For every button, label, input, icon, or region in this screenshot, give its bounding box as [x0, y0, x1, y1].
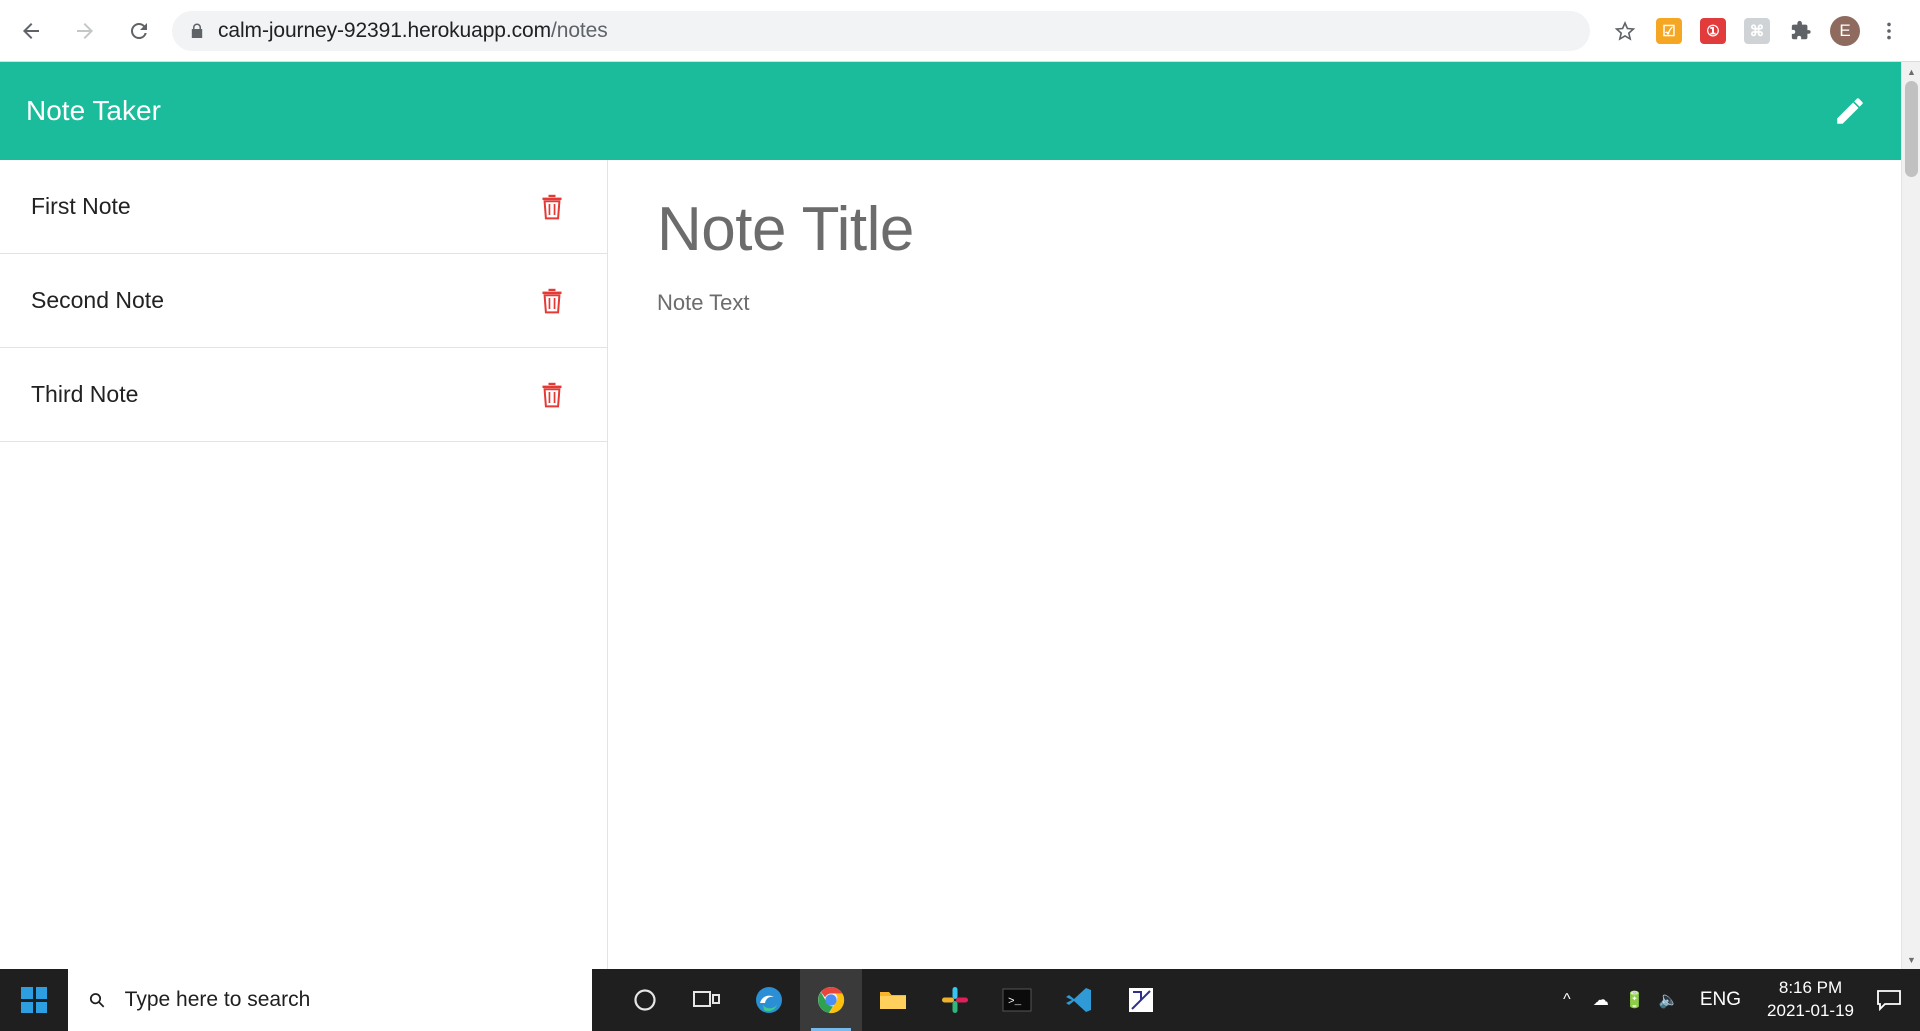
scrollbar-up-arrow[interactable]: ▲ — [1902, 62, 1920, 81]
scrollbar[interactable]: ▲ ▼ — [1901, 62, 1920, 969]
language-indicator[interactable]: ENG — [1686, 989, 1755, 1011]
list-item[interactable]: Second Note — [0, 254, 607, 348]
notifications-icon[interactable] — [1866, 969, 1912, 1031]
profile-initial: E — [1830, 16, 1860, 46]
url-text: calm-journey-92391.herokuapp.com/notes — [218, 19, 608, 43]
reload-icon[interactable] — [116, 8, 162, 54]
trash-icon[interactable] — [537, 284, 567, 318]
extension-orange-glyph: ☑ — [1662, 23, 1676, 40]
pencil-icon[interactable] — [1827, 88, 1873, 134]
scrollbar-down-arrow[interactable]: ▼ — [1902, 950, 1920, 969]
edge-icon[interactable] — [738, 969, 800, 1031]
slack-icon[interactable] — [924, 969, 986, 1031]
lock-icon — [186, 22, 208, 40]
list-item[interactable]: Third Note — [0, 348, 607, 442]
extension-orange-badge: ☑ — [1656, 18, 1682, 44]
search-placeholder: Type here to search — [124, 988, 311, 1011]
scrollbar-thumb[interactable] — [1905, 81, 1918, 177]
system-tray: ^ ☁ 🔋 🔈 ENG 8:16 PM 2021-01-19 — [1550, 969, 1920, 1031]
extension-lastpass-icon[interactable]: ① — [1692, 10, 1734, 52]
chrome-icon[interactable] — [800, 969, 862, 1031]
note-text-input[interactable]: Note Text — [657, 290, 1901, 316]
taskbar: ⚲ Type here to search >_ ^ ☁ 🔋 🔈 ENG 8:1… — [0, 969, 1920, 1031]
star-icon[interactable] — [1604, 10, 1646, 52]
notes-list: First Note Second Note Third Note — [0, 160, 608, 969]
app-header: Note Taker — [0, 62, 1901, 160]
avatar[interactable]: E — [1824, 10, 1866, 52]
show-hidden-icons[interactable]: ^ — [1550, 969, 1584, 1031]
extension-lastpass-badge: ① — [1700, 18, 1726, 44]
terminal-icon[interactable]: >_ — [986, 969, 1048, 1031]
windows-logo — [21, 987, 47, 1013]
list-item[interactable]: First Note — [0, 160, 607, 254]
clock-date: 2021-01-19 — [1767, 1001, 1854, 1020]
extension-grey-glyph: ⌘ — [1749, 23, 1765, 40]
three-dot-menu-icon[interactable] — [1868, 10, 1910, 52]
insomnia-icon[interactable] — [1110, 969, 1172, 1031]
search-icon: ⚲ — [84, 987, 111, 1014]
vscode-icon[interactable] — [1048, 969, 1110, 1031]
page-title: Note Taker — [26, 95, 161, 126]
volume-icon[interactable]: 🔈 — [1652, 969, 1686, 1031]
windows-start-icon[interactable] — [0, 969, 68, 1031]
note-detail-pane: Note Title Note Text — [609, 160, 1901, 969]
cortana-icon[interactable] — [614, 969, 676, 1031]
extension-orange-icon[interactable]: ☑ — [1648, 10, 1690, 52]
extension-lastpass-glyph: ① — [1706, 23, 1720, 40]
screen: calm-journey-92391.herokuapp.com/notes ☑… — [0, 0, 1920, 1031]
extension-grey-badge: ⌘ — [1744, 18, 1770, 44]
taskbar-apps: >_ — [614, 969, 1172, 1031]
battery-icon[interactable]: 🔋 — [1618, 969, 1652, 1031]
onedrive-icon[interactable]: ☁ — [1584, 969, 1618, 1031]
url-host: calm-journey-92391.herokuapp.com — [218, 19, 551, 42]
url-path: /notes — [551, 19, 608, 42]
address-bar[interactable]: calm-journey-92391.herokuapp.com/notes — [172, 11, 1590, 51]
extensions-puzzle-icon[interactable] — [1780, 10, 1822, 52]
task-view-icon[interactable] — [676, 969, 738, 1031]
note-item-label: First Note — [31, 193, 131, 219]
file-explorer-icon[interactable] — [862, 969, 924, 1031]
note-title-input[interactable]: Note Title — [657, 195, 1901, 264]
clock[interactable]: 8:16 PM 2021-01-19 — [1755, 977, 1866, 1023]
trash-icon[interactable] — [537, 190, 567, 224]
toolbar-right-icons: ☑ ① ⌘ E — [1602, 10, 1920, 52]
clock-time: 8:16 PM — [1778, 978, 1843, 998]
note-item-label: Second Note — [31, 287, 164, 313]
web-page: Note Taker First Note Second Note Third … — [0, 62, 1920, 969]
browser-toolbar: calm-journey-92391.herokuapp.com/notes ☑… — [0, 0, 1920, 62]
forward-icon — [62, 8, 108, 54]
back-icon[interactable] — [8, 8, 54, 54]
extension-grey-icon[interactable]: ⌘ — [1736, 10, 1778, 52]
svg-text:>_: >_ — [1008, 996, 1022, 1008]
note-item-label: Third Note — [31, 381, 139, 407]
trash-icon[interactable] — [537, 378, 567, 412]
search-input[interactable]: ⚲ Type here to search — [68, 969, 592, 1031]
